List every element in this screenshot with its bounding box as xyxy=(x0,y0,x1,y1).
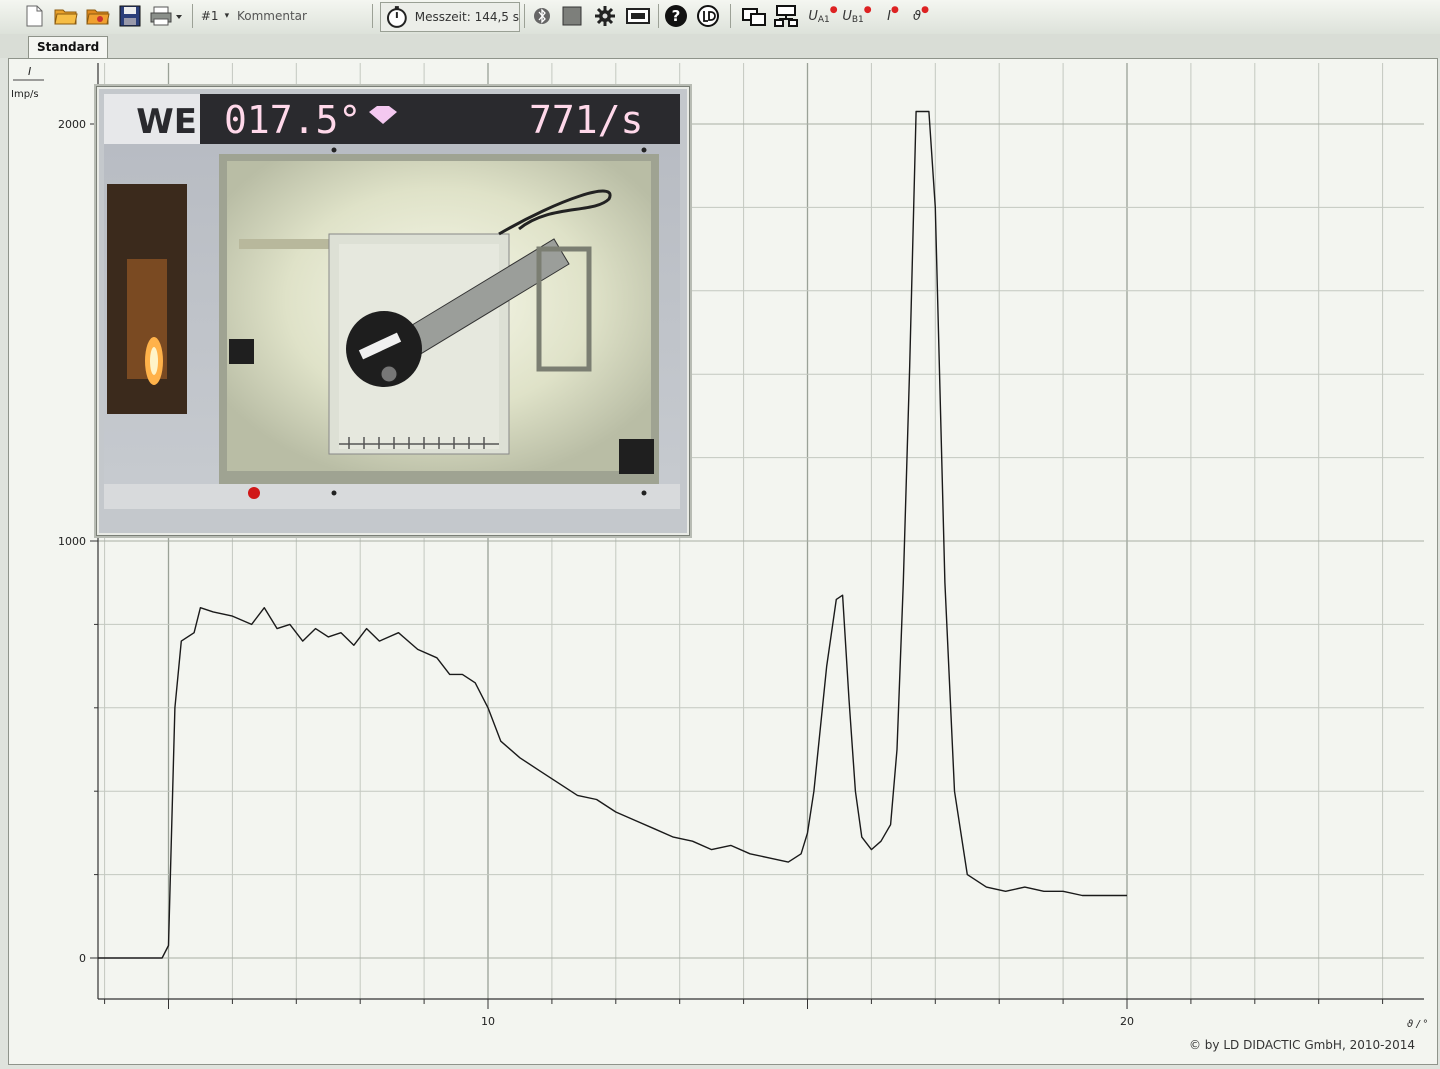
ua1-channel-button[interactable]: U A1 ● xyxy=(808,3,838,29)
ld-info-icon[interactable] xyxy=(694,3,722,29)
xray-apparatus-image: WE 017.5° 771/s xyxy=(99,89,687,533)
x-tick-label: 20 xyxy=(1120,1015,1134,1028)
experiment-selector[interactable]: #1 ▾ xyxy=(200,3,230,29)
angle-display: 017.5° xyxy=(224,98,361,142)
y-tick-label: 0 xyxy=(79,952,86,965)
comment-label: Kommentar xyxy=(237,9,307,23)
tab-bar xyxy=(0,34,1440,58)
stopwatch-icon xyxy=(386,6,407,28)
angle-channel-button[interactable]: ϑ ● xyxy=(910,3,932,29)
gear-icon[interactable] xyxy=(592,3,618,29)
copyright-notice: © by LD DIDACTIC GmbH, 2010-2014 xyxy=(1188,1038,1415,1052)
ua1-sub: A1 xyxy=(817,15,830,25)
experiment-label: #1 xyxy=(200,9,219,23)
ub1-channel-button[interactable]: U B1 ● xyxy=(842,3,872,29)
open-example-icon[interactable] xyxy=(84,3,112,29)
window-layout-icon[interactable] xyxy=(740,3,768,29)
y-axis-unit: Imp/s xyxy=(11,89,39,100)
ub1-label: U xyxy=(842,8,852,24)
display-icon[interactable] xyxy=(624,3,652,29)
comment-field[interactable]: Kommentar xyxy=(237,3,317,29)
measure-time-button[interactable]: Messzeit: 144,5 s xyxy=(380,2,520,32)
ub1-sub: B1 xyxy=(851,15,864,25)
help-icon[interactable]: ? xyxy=(662,3,690,29)
brand-fragment: WE xyxy=(136,102,197,142)
svg-text:?: ? xyxy=(672,7,681,25)
rate-display: 771/s xyxy=(529,98,643,142)
camera-video-window[interactable]: WE 017.5° 771/s xyxy=(96,86,690,536)
print-icon[interactable] xyxy=(148,3,184,29)
ua1-label: U xyxy=(808,8,818,24)
network-icon[interactable] xyxy=(772,3,800,29)
open-folder-icon[interactable] xyxy=(52,3,80,29)
main-toolbar: #1 ▾ Kommentar Messzeit: 144,5 s ? U A1 ● … xyxy=(0,0,1440,35)
y-axis-symbol: I xyxy=(28,65,31,78)
x-tick-label: 10 xyxy=(481,1015,495,1028)
sensor-box-icon[interactable] xyxy=(560,3,584,29)
measure-time-label: Messzeit: 144,5 s xyxy=(414,10,519,24)
intensity-channel-button[interactable]: I ● xyxy=(882,3,904,29)
x-axis-label: ϑ / ° xyxy=(1407,1019,1428,1030)
y-tick-label: 2000 xyxy=(58,118,86,131)
new-file-icon[interactable] xyxy=(22,3,46,29)
chevron-down-icon: ▾ xyxy=(224,11,230,21)
angle-label: ϑ xyxy=(913,8,922,24)
bluetooth-icon[interactable] xyxy=(530,3,554,29)
y-tick-label: 1000 xyxy=(58,535,86,548)
save-icon[interactable] xyxy=(116,3,144,29)
tab-standard[interactable]: Standard xyxy=(28,36,109,59)
